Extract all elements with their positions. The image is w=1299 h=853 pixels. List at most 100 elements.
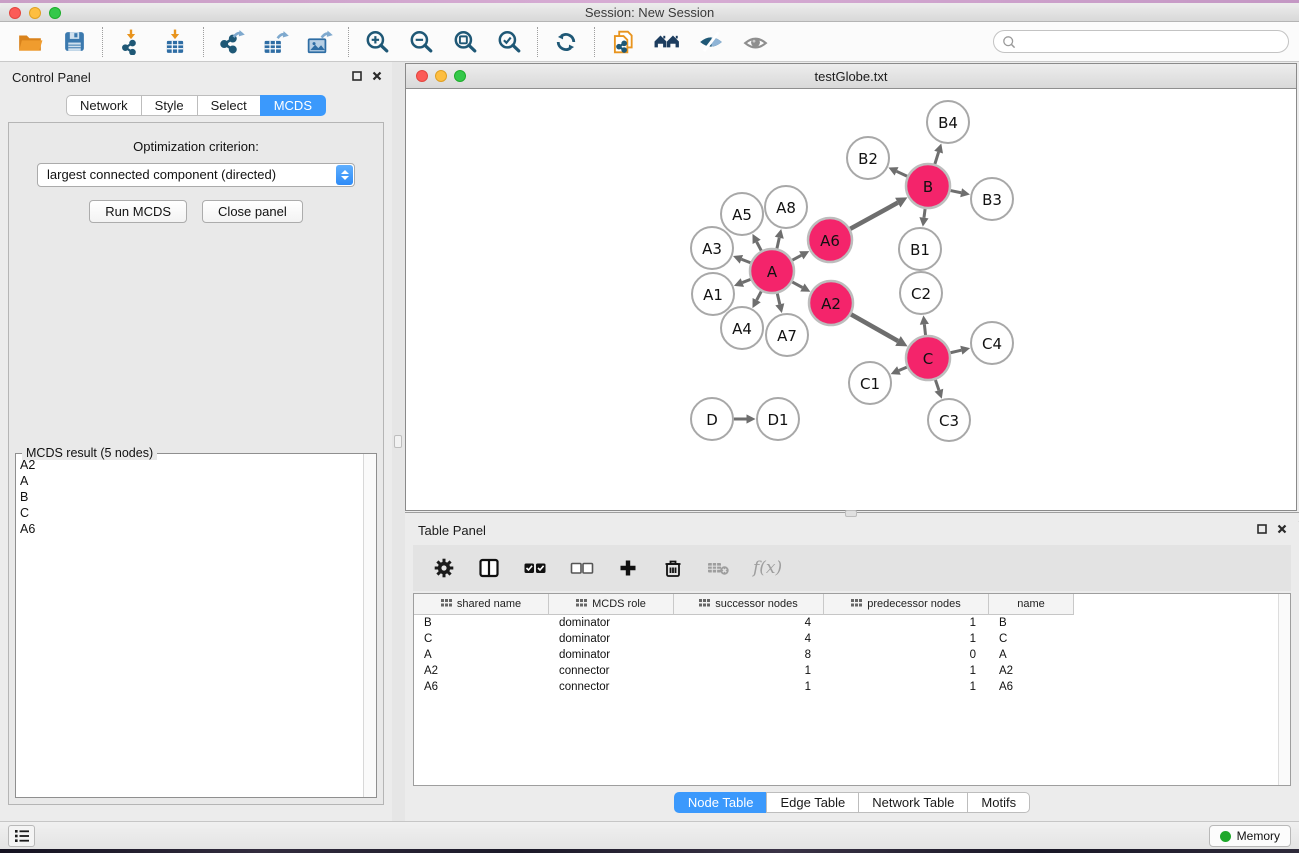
close-window-button[interactable]	[9, 7, 21, 19]
table-row[interactable]: A2connector11A2	[414, 663, 1290, 679]
column-header-name[interactable]: name	[989, 594, 1074, 615]
show-view-button[interactable]	[737, 26, 773, 58]
graph-node-C1[interactable]: C1	[849, 362, 891, 404]
column-header-successor-nodes[interactable]: successor nodes	[674, 594, 824, 615]
graph-edge-C-C1[interactable]	[899, 367, 907, 370]
graph-edge-A-A6[interactable]	[792, 255, 801, 260]
export-table-button[interactable]	[258, 26, 294, 58]
search-field[interactable]	[993, 30, 1289, 53]
tab-node-table[interactable]: Node Table	[674, 792, 768, 813]
graph-node-A2[interactable]: A2	[809, 281, 853, 325]
graph-edge-B-B2[interactable]	[897, 171, 908, 176]
graph-edge-B-B1[interactable]	[924, 209, 925, 218]
mcds-result-item[interactable]: C	[20, 505, 361, 521]
zoom-fit-button[interactable]	[447, 26, 483, 58]
home-view-button[interactable]	[649, 26, 685, 58]
graph-node-C3[interactable]: C3	[928, 399, 970, 441]
tab-select[interactable]: Select	[197, 95, 261, 116]
mcds-result-item[interactable]: A	[20, 473, 361, 489]
delete-column-button[interactable]	[661, 556, 685, 580]
graph-edge-A-A3[interactable]	[741, 259, 750, 262]
tab-motifs[interactable]: Motifs	[967, 792, 1030, 813]
network-window-titlebar[interactable]: testGlobe.txt	[406, 64, 1296, 89]
graph-node-D[interactable]: D	[691, 398, 733, 440]
graph-node-A3[interactable]: A3	[691, 227, 733, 269]
mcds-result-item[interactable]: A6	[20, 521, 361, 537]
hide-panels-button[interactable]	[693, 26, 729, 58]
zoom-selected-button[interactable]	[491, 26, 527, 58]
graph-edge-C-C3[interactable]	[935, 380, 939, 390]
graph-node-D1[interactable]: D1	[757, 398, 799, 440]
add-column-button[interactable]	[616, 556, 640, 580]
deselect-all-button[interactable]	[569, 556, 595, 580]
close-panel-icon[interactable]	[1277, 524, 1287, 534]
graph-edge-A-A5[interactable]	[757, 242, 762, 251]
delete-table-button[interactable]	[706, 556, 732, 580]
divider-grip[interactable]	[394, 435, 402, 448]
export-image-button[interactable]	[302, 26, 338, 58]
graph-node-B1[interactable]: B1	[899, 228, 941, 270]
function-builder-button[interactable]: f(x)	[753, 558, 782, 578]
table-row[interactable]: Bdominator41B	[414, 615, 1290, 631]
save-session-button[interactable]	[56, 26, 92, 58]
mcds-result-item[interactable]: B	[20, 489, 361, 505]
memory-button[interactable]: Memory	[1209, 825, 1291, 847]
graph-edge-A-A1[interactable]	[742, 279, 750, 282]
graph-node-B[interactable]: B	[906, 164, 950, 208]
graph-node-B4[interactable]: B4	[927, 101, 969, 143]
table-settings-button[interactable]	[432, 556, 456, 580]
graph-edge-B-B3[interactable]	[951, 191, 962, 193]
result-scrollbar[interactable]	[363, 454, 376, 797]
panel-divider[interactable]	[392, 62, 405, 821]
network-canvas[interactable]: AA1A2A3A4A5A6A7A8BB1B2B3B4CC1C2C3C4DD1	[406, 90, 1296, 510]
clone-network-button[interactable]	[605, 26, 641, 58]
graph-edge-A-A4[interactable]	[757, 291, 762, 300]
graph-node-B3[interactable]: B3	[971, 178, 1013, 220]
select-all-button[interactable]	[522, 556, 548, 580]
column-header-MCDS-role[interactable]: MCDS role	[549, 594, 674, 615]
close-panel-icon[interactable]	[372, 71, 382, 81]
open-session-button[interactable]	[12, 26, 48, 58]
import-table-button[interactable]	[157, 26, 193, 58]
refresh-button[interactable]	[548, 26, 584, 58]
graph-node-A[interactable]: A	[750, 249, 794, 293]
minimize-view-button[interactable]	[435, 70, 447, 82]
column-header-shared-name[interactable]: shared name	[414, 594, 549, 615]
import-network-button[interactable]	[113, 26, 149, 58]
graph-edge-A2-C[interactable]	[851, 314, 898, 341]
graph-edge-A-A7[interactable]	[777, 293, 780, 304]
graph-edge-C-C4[interactable]	[950, 350, 961, 353]
task-history-button[interactable]	[8, 825, 35, 847]
table-row[interactable]: Cdominator41C	[414, 631, 1290, 647]
mcds-result-item[interactable]: A2	[20, 457, 361, 473]
tab-network-table[interactable]: Network Table	[858, 792, 968, 813]
column-header-predecessor-nodes[interactable]: predecessor nodes	[824, 594, 989, 615]
graph-node-C[interactable]: C	[906, 336, 950, 380]
minimize-window-button[interactable]	[29, 7, 41, 19]
graph-node-A6[interactable]: A6	[808, 218, 852, 262]
table-row[interactable]: A6connector11A6	[414, 679, 1290, 695]
table-scrollbar[interactable]	[1278, 594, 1290, 785]
graph-edge-C-C2[interactable]	[924, 324, 925, 335]
tab-mcds[interactable]: MCDS	[260, 95, 326, 116]
table-row[interactable]: Adominator80A	[414, 647, 1290, 663]
graph-edge-A-A2[interactable]	[792, 282, 802, 288]
graph-edge-A6-B[interactable]	[850, 203, 898, 229]
graph-node-B2[interactable]: B2	[847, 137, 889, 179]
tab-style[interactable]: Style	[141, 95, 198, 116]
graph-edge-A-A8[interactable]	[777, 238, 779, 249]
tab-edge-table[interactable]: Edge Table	[766, 792, 859, 813]
graph-node-A4[interactable]: A4	[721, 307, 763, 349]
float-panel-icon[interactable]	[352, 71, 362, 81]
graph-node-C4[interactable]: C4	[971, 322, 1013, 364]
export-network-button[interactable]	[214, 26, 250, 58]
close-view-button[interactable]	[416, 70, 428, 82]
graph-node-A8[interactable]: A8	[765, 186, 807, 228]
zoom-in-button[interactable]	[359, 26, 395, 58]
zoom-view-button[interactable]	[454, 70, 466, 82]
graph-node-A1[interactable]: A1	[692, 273, 734, 315]
run-mcds-button[interactable]: Run MCDS	[89, 200, 187, 223]
show-columns-button[interactable]	[477, 556, 501, 580]
search-input[interactable]	[1017, 33, 1288, 51]
graph-edge-B-B4[interactable]	[935, 152, 939, 164]
